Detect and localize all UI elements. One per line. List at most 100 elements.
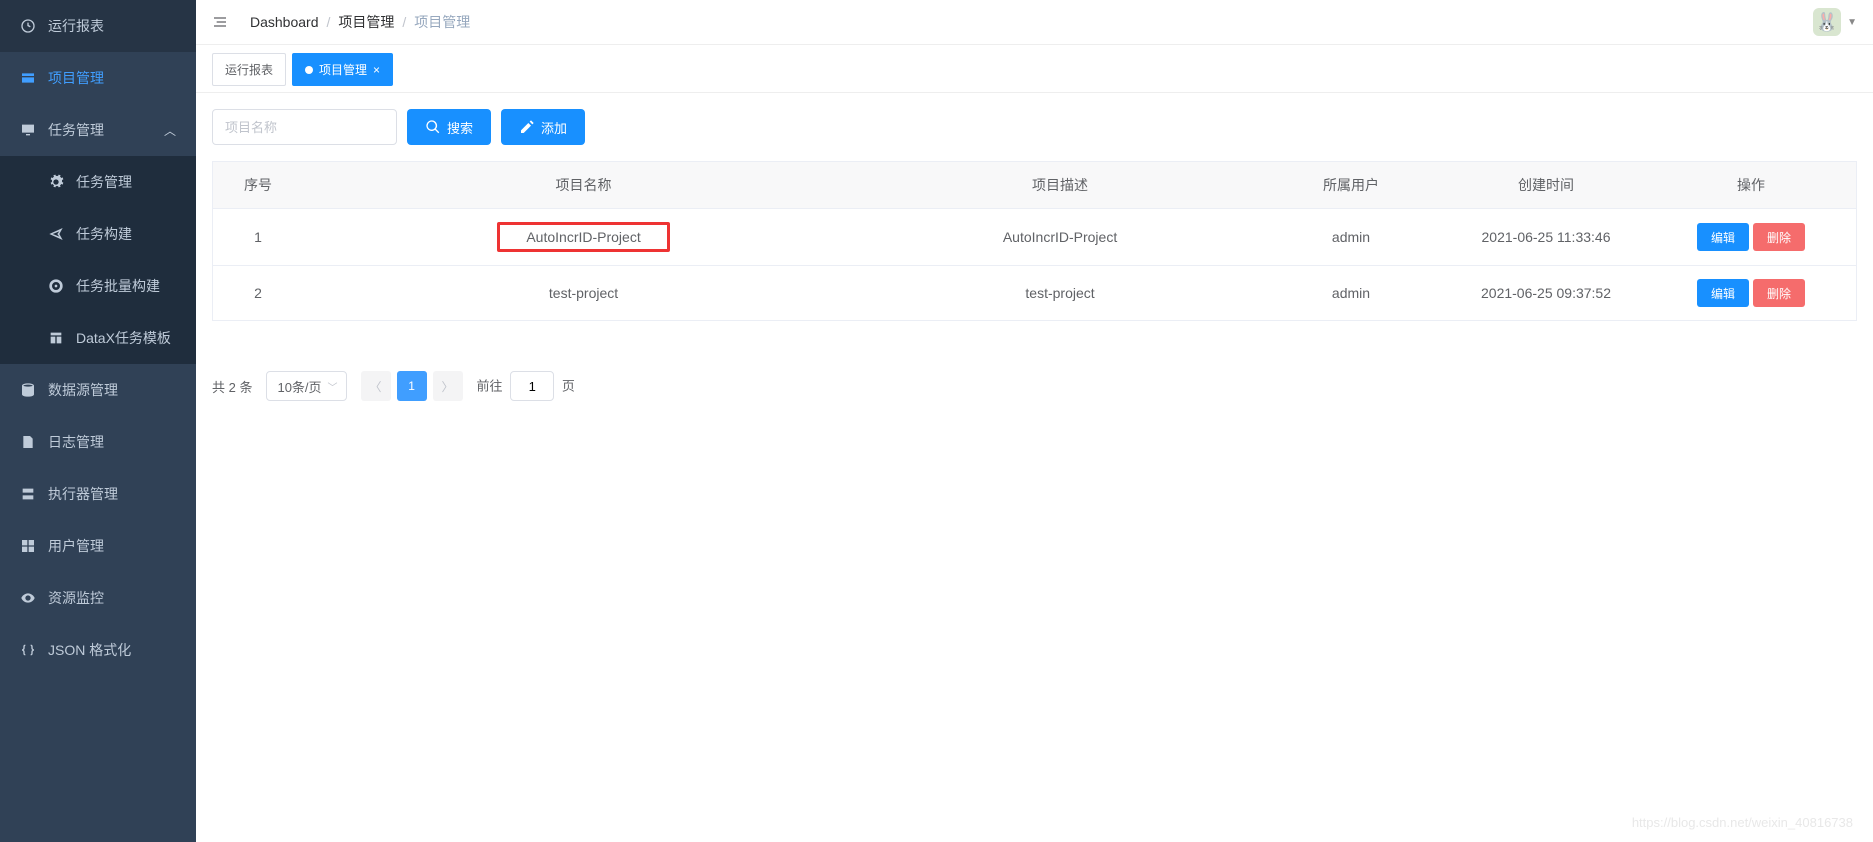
sidebar-item-datasource[interactable]: 数据源管理 [0,364,196,416]
sidebar-item-project[interactable]: 项目管理 [0,52,196,104]
th-time: 创建时间 [1446,162,1646,209]
table-row: 2 test-project test-project admin 2021-0… [213,266,1856,321]
hamburger-toggle[interactable] [212,12,232,32]
jump-page-input[interactable] [510,371,554,401]
delete-button[interactable]: 删除 [1753,223,1805,251]
jump-suffix: 页 [562,379,575,394]
page-size-select[interactable]: 10条/页 ﹀ [266,371,346,401]
page-nav: 〈 1 〉 [361,371,463,401]
sidebar-item-task-build[interactable]: 任务构建 [0,208,196,260]
project-name-input[interactable] [212,109,397,145]
sidebar-item-label: 项目管理 [48,68,104,88]
sidebar-item-task-manage[interactable]: 任务管理 [0,156,196,208]
edit-button[interactable]: 编辑 [1697,279,1749,307]
sidebar-item-task-parent[interactable]: 任务管理 ︿ [0,104,196,156]
sidebar-item-report[interactable]: 运行报表 [0,0,196,52]
close-icon[interactable]: × [373,63,380,77]
sidebar: 运行报表 项目管理 任务管理 ︿ 任务管理 任务构建 任务批量构建 DataX任… [0,0,196,842]
sidebar-item-label: 任务构建 [76,224,132,244]
project-table: 序号 项目名称 项目描述 所属用户 创建时间 操作 1 AutoIncrID-P… [213,162,1856,321]
tab-project[interactable]: 项目管理 × [292,53,393,86]
next-page-button[interactable]: 〉 [433,371,463,401]
dashboard-icon [20,18,36,34]
cell-action: 编辑 删除 [1646,266,1856,321]
add-button[interactable]: 添加 [501,109,585,145]
search-icon [425,119,441,135]
breadcrumb: Dashboard / 项目管理 / 项目管理 [250,12,470,32]
page-number-button[interactable]: 1 [397,371,427,401]
caret-down-icon[interactable]: ▼ [1847,17,1857,28]
monitor-icon [20,122,36,138]
sidebar-item-user[interactable]: 用户管理 [0,520,196,572]
grid-icon [20,538,36,554]
sidebar-item-label: DataX任务模板 [76,328,171,348]
sidebar-item-json[interactable]: JSON 格式化 [0,624,196,676]
prev-page-button[interactable]: 〈 [361,371,391,401]
chevron-down-icon: ﹀ [328,379,338,394]
th-user: 所属用户 [1256,162,1446,209]
sidebar-item-executor[interactable]: 执行器管理 [0,468,196,520]
delete-button[interactable]: 删除 [1753,279,1805,307]
sidebar-item-label: 用户管理 [48,536,104,556]
doc-icon [20,434,36,450]
cell-user: admin [1256,209,1446,266]
header-right: 🐰 ▼ [1813,8,1857,36]
th-name: 项目名称 [303,162,864,209]
breadcrumb-sep: / [402,14,406,30]
toolbar: 搜索 添加 [196,93,1873,161]
tabs-bar: 运行报表 项目管理 × [196,45,1873,93]
sidebar-item-monitor[interactable]: 资源监控 [0,572,196,624]
page-size-label: 10条/页 [277,377,321,396]
cell-seq: 1 [213,209,303,266]
sidebar-item-label: 数据源管理 [48,380,118,400]
table-container: 序号 项目名称 项目描述 所属用户 创建时间 操作 1 AutoIncrID-P… [212,161,1857,321]
highlighted-name: AutoIncrID-Project [497,222,669,252]
header: Dashboard / 项目管理 / 项目管理 🐰 ▼ [196,0,1873,45]
setting-icon [48,174,64,190]
chevron-up-icon: ︿ [164,122,176,139]
sidebar-item-label: 资源监控 [48,588,104,608]
table-header-row: 序号 项目名称 项目描述 所属用户 创建时间 操作 [213,162,1856,209]
active-dot-icon [305,66,313,74]
sidebar-item-datax-template[interactable]: DataX任务模板 [0,312,196,364]
search-button[interactable]: 搜索 [407,109,491,145]
sidebar-item-label: 执行器管理 [48,484,118,504]
sidebar-item-label: 任务管理 [76,172,132,192]
pagination: 共 2 条 10条/页 ﹀ 〈 1 〉 前往 页 [196,351,1873,421]
tab-label: 运行报表 [225,61,273,78]
sidebar-item-label: JSON 格式化 [48,640,131,660]
edit-button[interactable]: 编辑 [1697,223,1749,251]
search-button-label: 搜索 [447,118,473,137]
target-icon [48,278,64,294]
cell-desc: AutoIncrID-Project [864,209,1256,266]
tab-report[interactable]: 运行报表 [212,53,286,86]
add-button-label: 添加 [541,118,567,137]
avatar[interactable]: 🐰 [1813,8,1841,36]
breadcrumb-current: 项目管理 [414,12,470,32]
cell-desc: test-project [864,266,1256,321]
hamburger-icon [212,14,228,30]
template-icon [48,330,64,346]
sidebar-item-label: 运行报表 [48,16,104,36]
cell-seq: 2 [213,266,303,321]
sidebar-item-label: 任务管理 [48,120,104,140]
watermark: https://blog.csdn.net/weixin_40816738 [1632,815,1853,830]
cell-time: 2021-06-25 11:33:46 [1446,209,1646,266]
sidebar-item-log[interactable]: 日志管理 [0,416,196,468]
sidebar-item-task-batch[interactable]: 任务批量构建 [0,260,196,312]
plane-icon [48,226,64,242]
cell-user: admin [1256,266,1446,321]
sidebar-item-label: 日志管理 [48,432,104,452]
jump-to-page: 前往 页 [477,371,575,401]
breadcrumb-root[interactable]: Dashboard [250,14,319,30]
breadcrumb-mid[interactable]: 项目管理 [338,12,394,32]
database-icon [20,382,36,398]
breadcrumb-sep: / [327,14,331,30]
cell-name: AutoIncrID-Project [303,209,864,266]
jump-prefix: 前往 [477,379,503,394]
eye-icon [20,590,36,606]
th-seq: 序号 [213,162,303,209]
project-icon [20,70,36,86]
code-icon [20,642,36,658]
tab-label: 项目管理 [319,61,367,78]
